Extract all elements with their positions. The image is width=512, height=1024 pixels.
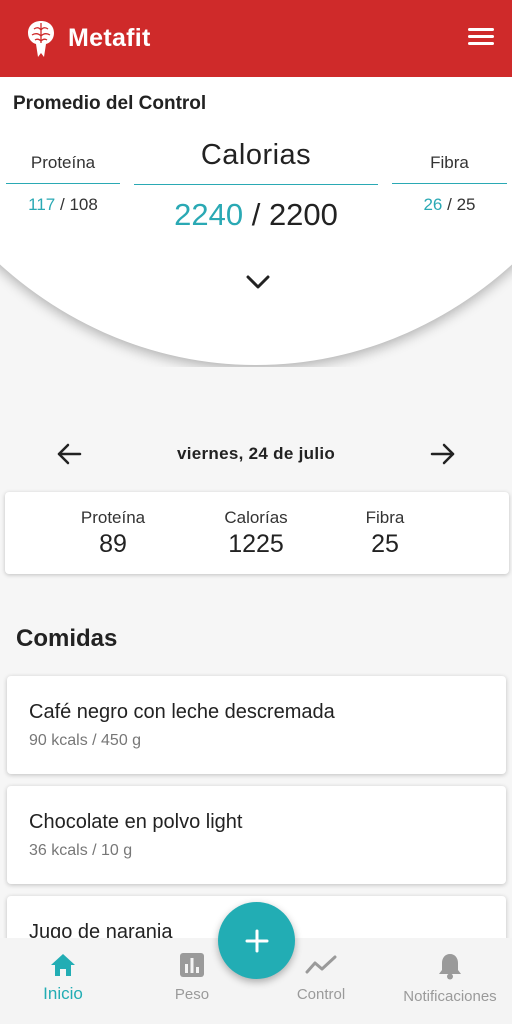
bell-icon [439,954,461,980]
summary-fiber: Fibra 26 / 25 [392,153,507,215]
summary-fiber-target: 25 [456,195,476,214]
meal-name: Chocolate en polvo light [29,811,243,833]
day-fiber: Fibra 25 [345,508,425,559]
meals-title: Comidas [16,625,118,652]
summary-protein-label: Proteína [6,153,120,184]
arrow-right-icon[interactable] [429,441,457,467]
nav-item-inicio[interactable]: Inicio [20,952,106,1004]
summary-calories-target: 2200 [268,197,338,232]
summary-title: Promedio del Control [13,93,207,114]
nav-item-label: Control [296,986,346,1003]
day-fiber-value: 25 [371,530,399,558]
summary-calories-separator: / [251,197,261,232]
summary-protein-current: 117 [28,195,56,214]
meal-detail: 90 kcals / 450 g [29,732,142,749]
day-protein-label: Proteína [80,508,146,527]
chevron-down-icon[interactable] [245,273,271,291]
trend-line-icon [305,955,337,974]
day-protein-value: 89 [99,530,127,558]
day-totals-card: Proteína 89 Calorías 1225 Fibra 25 [5,492,509,574]
day-calories-value: 1225 [228,530,284,558]
nav-item-control[interactable]: Control [280,952,362,1003]
app-title: Metafit [68,24,151,52]
summary-calories: Calorias 2240 / 2200 [134,139,378,233]
plus-icon [245,929,268,952]
summary-fiber-label: Fibra [392,153,507,184]
nav-item-label: Notificaciones [403,988,497,1005]
hamburger-menu-icon[interactable] [468,24,494,48]
bar-chart-icon [180,953,204,977]
day-protein: Proteína 89 [68,508,158,559]
meal-card[interactable]: Café negro con leche descremada 90 kcals… [7,676,506,774]
date-navigator: viernes, 24 de julio [0,436,512,472]
home-icon [51,954,75,976]
summary-fiber-current: 26 [423,195,443,214]
summary-fiber-separator: / [447,195,452,214]
app-bar: Metafit [0,0,512,77]
summary-protein: Proteína 117 / 108 [6,153,120,215]
meal-name: Café negro con leche descremada [29,701,335,723]
day-fiber-label: Fibra [365,508,405,527]
summary-protein-target: 108 [69,195,98,214]
day-calories: Calorías 1225 [206,508,306,559]
nav-item-label: Inicio [43,984,83,1003]
nav-item-notificaciones[interactable]: Notificaciones [398,952,502,1005]
brain-logo-icon [28,20,54,57]
summary-calories-current: 2240 [174,197,244,232]
summary-calories-label: Calorias [134,139,378,185]
nav-item-peso[interactable]: Peso [152,952,232,1003]
summary-protein-separator: / [60,195,65,214]
meal-card[interactable]: Chocolate en polvo light 36 kcals / 10 g [7,786,506,884]
add-meal-button[interactable] [218,902,295,979]
meal-detail: 36 kcals / 10 g [29,842,133,859]
summary-panel: Promedio del Control Proteína 117 / 108 … [0,77,512,367]
nav-item-label: Peso [174,986,210,1003]
day-calories-label: Calorías [224,508,288,527]
